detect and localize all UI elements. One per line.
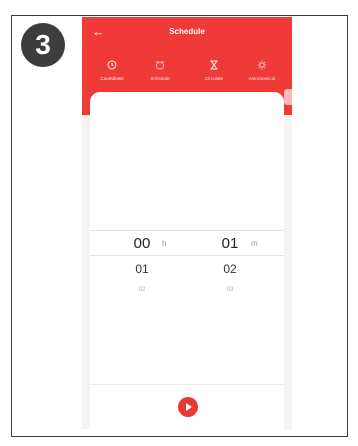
tab-schedule[interactable]: Schedule: [134, 57, 186, 81]
minutes-after[interactable]: 03: [216, 287, 244, 293]
tab-label: Schedule: [150, 76, 170, 81]
minutes-selected[interactable]: 01: [216, 235, 244, 252]
page-title: Schedule: [169, 27, 205, 36]
tab-circulate[interactable]: Circulate: [188, 57, 240, 81]
footer-divider: [90, 384, 284, 385]
tab-countdown[interactable]: Countdown: [86, 57, 138, 81]
tab-label: Countdown: [100, 76, 124, 81]
step-badge: 3: [21, 23, 65, 67]
phone-screen: ← Schedule Countdown Schedule Circulate …: [82, 17, 292, 429]
tab-astronomical[interactable]: Astronomical: [236, 57, 288, 81]
minutes-unit: m: [251, 239, 258, 248]
tab-label: Astronomical: [248, 76, 276, 81]
tab-label: Circulate: [204, 76, 224, 81]
hours-after[interactable]: 02: [128, 287, 156, 293]
play-icon: [186, 403, 192, 411]
alarm-clock-icon: [134, 57, 186, 73]
clock-icon: [86, 57, 138, 73]
countdown-picker-card: 00 h 01 02 01 m 02 03: [90, 92, 284, 429]
minutes-next[interactable]: 02: [216, 262, 244, 276]
side-tab-hint: [284, 89, 292, 105]
sun-icon: [236, 57, 288, 73]
hours-unit: h: [162, 239, 167, 248]
hourglass-icon: [188, 57, 240, 73]
hours-selected[interactable]: 00: [128, 235, 156, 252]
hours-next[interactable]: 01: [128, 262, 156, 276]
start-countdown-button[interactable]: [178, 397, 198, 417]
